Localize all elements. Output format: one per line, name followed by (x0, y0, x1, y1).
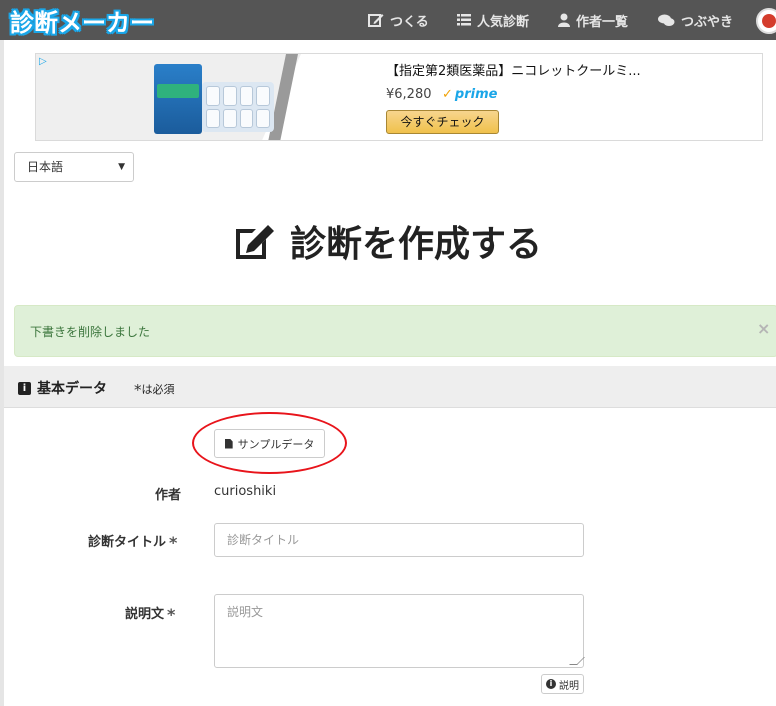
help-button-label: 説明 (559, 680, 579, 692)
prime-badge: ✓ prime (442, 87, 497, 102)
ad-product-pack (202, 82, 274, 132)
avatar-image (762, 14, 776, 28)
help-button[interactable]: i 説明 (541, 674, 584, 694)
file-icon (224, 438, 233, 449)
asterisk-icon: * (134, 381, 142, 399)
page-title-text: 診断を作成する (290, 224, 543, 265)
nav-create-label: つくる (390, 14, 429, 30)
section-header-basic-data: i 基本データ *は必須 (4, 366, 776, 408)
description-textarea[interactable]: 説明文 (214, 594, 585, 668)
language-select[interactable]: 日本語 ▼ (14, 152, 134, 182)
info-icon: i (18, 381, 31, 395)
title-input[interactable]: 診断タイトル (214, 523, 584, 557)
resize-handle[interactable] (569, 657, 585, 665)
user-icon (558, 13, 570, 27)
asterisk-icon: * (167, 605, 176, 624)
comments-icon (658, 14, 675, 26)
ad-title[interactable]: 【指定第2類医薬品】ニコレットクールミ... (386, 60, 641, 79)
nav-authors-label: 作者一覧 (576, 14, 629, 30)
author-value: curioshiki (214, 484, 277, 499)
nav-popular-label: 人気診断 (477, 14, 530, 30)
ad-product-box (154, 64, 202, 134)
caret-down-icon: ▼ (118, 162, 125, 172)
description-label: 説明文 * (125, 603, 175, 624)
list-icon (457, 14, 471, 26)
language-selected: 日本語 (27, 160, 64, 174)
nav-popular[interactable]: 人気診断 (457, 11, 530, 30)
nav-authors[interactable]: 作者一覧 (558, 11, 629, 30)
close-icon[interactable]: × (757, 319, 770, 338)
section-title-text: 基本データ (37, 381, 107, 397)
title-label-text: 診断タイトル (88, 535, 167, 550)
nav-create[interactable]: つくる (368, 11, 429, 30)
ad-banner[interactable]: ▷ 【指定第2類医薬品】ニコレットクールミ... ¥6,280 ✓ prime 今… (35, 53, 763, 141)
check-icon: ✓ (442, 87, 453, 102)
prime-label: prime (454, 87, 498, 102)
avatar[interactable] (756, 8, 776, 34)
page-title: 診断を作成する (232, 216, 542, 266)
brand-logo[interactable]: 診断メーカー (10, 3, 154, 38)
edit-icon (236, 225, 274, 259)
section-title: i 基本データ (18, 378, 107, 398)
required-note-text: は必須 (141, 383, 175, 396)
adchoices-icon[interactable]: ▷ (39, 56, 53, 68)
description-placeholder: 説明文 (227, 605, 264, 619)
alert-message: 下書きを削除しました (30, 325, 151, 339)
author-label: 作者 (155, 488, 182, 503)
top-navbar: 診断メーカー つくる 人気診断 作者一覧 つぶやき (0, 0, 776, 40)
ad-check-button[interactable]: 今すぐチェック (386, 110, 499, 134)
nav-tweets-label: つぶやき (681, 14, 734, 30)
title-label: 診断タイトル * (88, 531, 177, 552)
nav-tweets[interactable]: つぶやき (658, 11, 734, 30)
required-note: *は必須 (134, 381, 175, 399)
sample-data-label: サンプルデータ (237, 437, 315, 451)
info-icon: i (546, 679, 556, 689)
edit-icon (368, 14, 384, 27)
success-alert: 下書きを削除しました × (14, 305, 776, 357)
sample-data-button[interactable]: サンプルデータ (214, 429, 325, 458)
asterisk-icon: * (169, 533, 178, 552)
ad-price: ¥6,280 (386, 87, 432, 102)
description-label-text: 説明文 (125, 607, 165, 622)
